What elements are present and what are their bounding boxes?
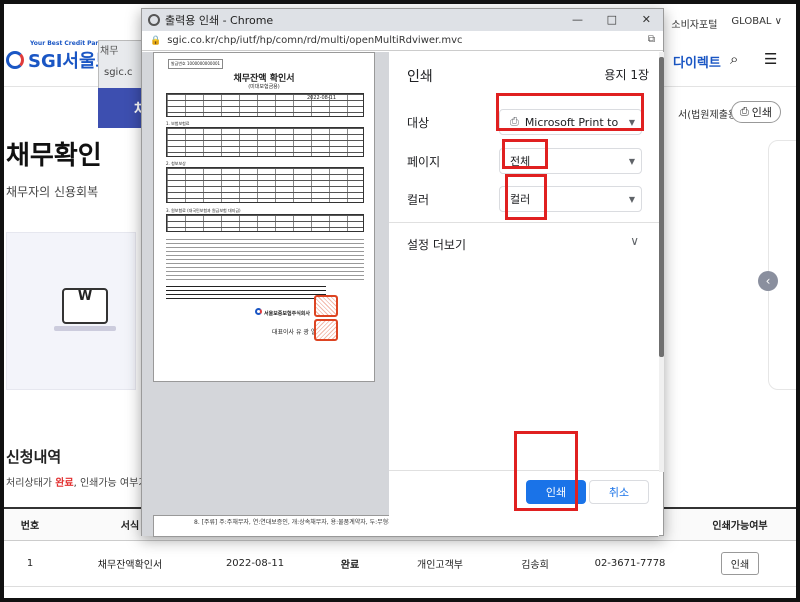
pages-label: 페이지 (407, 155, 441, 169)
laptop-letter: W (77, 289, 93, 304)
col-number: 번호 (0, 507, 60, 541)
doc-org-name: 서울보증보험주식회사 (264, 311, 311, 317)
doc-issue-number: 발급번호 1000000000001 (168, 59, 224, 69)
chevron-down-icon[interactable]: ∨ (630, 234, 639, 248)
sgi-logo[interactable]: Your Best Credit Partner SGI서울보 (6, 40, 113, 73)
util-link-global[interactable]: GLOBAL ∨ (731, 16, 782, 31)
more-settings[interactable]: 설정 더보기 (407, 236, 466, 253)
print-button-top[interactable]: ⎙ 인쇄 (731, 101, 781, 123)
menu-icon[interactable]: ☰ (764, 50, 777, 68)
col-printable: 인쇄가능여부 (680, 507, 800, 541)
settings-scrollbar-thumb[interactable] (659, 57, 664, 357)
chevron-down-icon: ▼ (628, 118, 635, 127)
note-suffix: , 인쇄가능 여부가 (73, 478, 151, 489)
chevron-down-icon: ▼ (628, 195, 635, 204)
search-icon[interactable]: ⌕ (730, 50, 738, 68)
color-value: 컬러 (510, 193, 531, 206)
close-icon[interactable]: ✕ (642, 13, 651, 26)
cell-form: 채무잔액확인서 (60, 540, 200, 587)
table-row: 1 채무잔액확인서 2022-08-11 완료 개인고객부 김송희 02-367… (0, 540, 800, 587)
settings-divider (389, 222, 659, 223)
print-button-top-label: 인쇄 (751, 106, 773, 119)
right-side-panel (768, 140, 800, 390)
doc-notes-text (166, 236, 364, 282)
lock-icon: 🔒 (150, 35, 162, 46)
pages-value: 전체 (510, 155, 531, 168)
pages-select[interactable]: 전체 ▼ (499, 148, 642, 174)
address-bar[interactable]: 🔒 sgic.co.kr/chp/iutf/hp/comn/rd/multi/o… (142, 31, 663, 51)
preview-page: 발급번호 1000000000001 채무잔액 확인서 (미대보험금용) 202… (153, 52, 375, 382)
doc-ceo-line: 대표이사 유 광 열 (272, 329, 317, 336)
print-title: 인쇄 (407, 69, 433, 85)
destination-select[interactable]: ⎙ Microsoft Print to ▼ (499, 109, 642, 135)
sheet-count: 용지 1장 (604, 68, 649, 82)
chevron-down-icon: ▼ (628, 157, 635, 166)
print-button[interactable]: 인쇄 (526, 480, 586, 504)
cell-number: 1 (0, 540, 60, 587)
doc-table-3 (166, 214, 364, 232)
destination-value: Microsoft Print to (524, 115, 619, 129)
chrome-favicon-icon (148, 14, 160, 26)
window-title: 출력용 인쇄 - Chrome (165, 14, 274, 27)
window-titlebar: 출력용 인쇄 - Chrome (142, 9, 663, 31)
doc-notes-bold (166, 283, 326, 301)
cell-action: 인쇄 (680, 540, 800, 587)
printer-icon: ⎙ (510, 115, 519, 128)
history-title: 신청내역 (6, 448, 62, 466)
maximize-icon[interactable]: □ (607, 13, 617, 26)
laptop-illustration: W (62, 288, 108, 324)
cell-name: 김송희 (490, 540, 580, 587)
cell-date: 2022-08-11 (200, 540, 310, 587)
minimize-icon[interactable]: — (572, 13, 583, 26)
background-window-tab: 채무 (100, 46, 119, 57)
doc-subtitle: (미대보험금용) (248, 84, 280, 90)
cancel-button[interactable]: 취소 (589, 480, 649, 504)
sgi-logo-mark-small (255, 308, 262, 315)
laptop-base (54, 326, 116, 331)
cell-status: 완료 (310, 540, 390, 587)
official-seal-bottom (314, 319, 338, 341)
doc-date: 2022-08-11 (306, 95, 336, 101)
util-link-consumer-portal[interactable]: 소비자포털 (671, 16, 717, 31)
cell-type: 개인고객부 (390, 540, 490, 587)
chrome-print-window: 출력용 인쇄 - Chrome — □ ✕ 🔒 sgic.co.kr/chp/i… (141, 8, 664, 537)
page-title: 채무확인 (6, 141, 102, 171)
buttons-divider (389, 470, 659, 471)
note-red-complete: 완료 (55, 478, 74, 489)
print-preview-area: 발급번호 1000000000001 채무잔액 확인서 (미대보험금용) 202… (142, 52, 658, 537)
official-seal-top (314, 295, 338, 317)
doc-table-2 (166, 167, 364, 203)
note-prefix: 처리상태가 (6, 478, 56, 489)
translate-icon[interactable]: ⧉ (648, 34, 655, 45)
address-url: sgic.co.kr/chp/iutf/hp/comn/rd/multi/ope… (167, 35, 463, 46)
destination-label: 대상 (407, 116, 430, 130)
doc-table-1 (166, 127, 364, 157)
sgi-logo-mark (6, 51, 24, 69)
cell-phone: 02-3671-7778 (580, 540, 680, 587)
color-select[interactable]: 컬러 ▼ (499, 186, 642, 212)
history-note: 처리상태가 완료, 인쇄가능 여부가 인 (6, 474, 160, 489)
nav-direct-link[interactable]: 다이렉트 (673, 52, 721, 71)
row-print-button[interactable]: 인쇄 (720, 551, 760, 575)
color-label: 컬러 (407, 193, 430, 207)
chevron-left-icon[interactable]: ‹ (758, 271, 778, 291)
print-settings-panel: 인쇄 용지 1장 대상 ⎙ Microsoft Print to ▼ 페이지 전… (389, 52, 659, 536)
printer-icon: ⎙ (739, 105, 749, 118)
background-window-url: sgic.c (104, 67, 133, 78)
page-subtitle: 채무자의 신용회복 (6, 185, 99, 199)
